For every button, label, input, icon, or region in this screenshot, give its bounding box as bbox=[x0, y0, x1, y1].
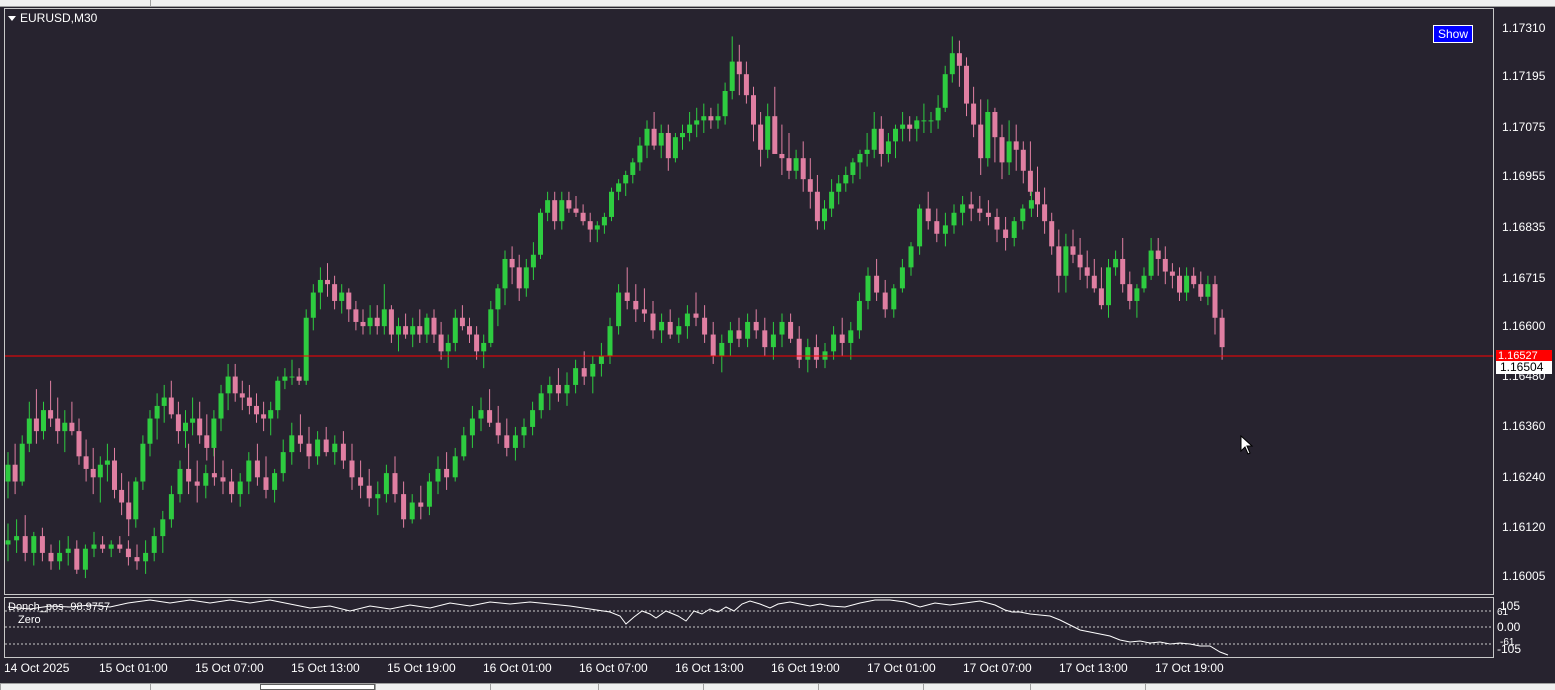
symbol-header[interactable]: EURUSD,M30 bbox=[8, 11, 97, 25]
indicator-label: Donch_pos -98.9757 bbox=[8, 601, 111, 613]
indicator-tick: 0.00 bbox=[1497, 620, 1521, 634]
time-tick: 17 Oct 01:00 bbox=[867, 661, 936, 675]
symbol-label: EURUSD,M30 bbox=[20, 11, 98, 25]
price-tick: 1.17195 bbox=[1502, 69, 1546, 83]
chart-tab[interactable] bbox=[923, 684, 1030, 690]
main-chart-frame bbox=[4, 8, 1494, 595]
time-tick: 15 Oct 19:00 bbox=[387, 661, 456, 675]
price-tick: 1.16005 bbox=[1502, 569, 1546, 583]
chevron-down-icon[interactable] bbox=[8, 15, 16, 21]
time-tick: 15 Oct 01:00 bbox=[99, 661, 168, 675]
chart-tab[interactable] bbox=[0, 684, 150, 690]
chart-tab[interactable] bbox=[1145, 684, 1555, 690]
price-tick: 1.17310 bbox=[1502, 21, 1546, 35]
zero-level-label: Zero bbox=[18, 614, 41, 626]
chart-tab[interactable] bbox=[818, 684, 923, 690]
time-tick: 14 Oct 2025 bbox=[4, 661, 70, 675]
indicator-subwindow-frame bbox=[4, 597, 1494, 658]
time-tick: 16 Oct 01:00 bbox=[483, 661, 552, 675]
chart-tab[interactable] bbox=[490, 684, 598, 690]
show-button[interactable]: Show bbox=[1433, 25, 1473, 43]
chart-tab[interactable] bbox=[598, 684, 703, 690]
indicator-tick: -105 bbox=[1497, 642, 1522, 656]
price-tick: 1.16715 bbox=[1502, 271, 1546, 285]
chart-tab[interactable] bbox=[150, 684, 260, 690]
price-tick: 1.16955 bbox=[1502, 169, 1546, 183]
price-tick: 1.16835 bbox=[1502, 220, 1546, 234]
price-tick: 1.16120 bbox=[1502, 520, 1546, 534]
chart-tab[interactable] bbox=[375, 684, 490, 690]
time-tick: 16 Oct 13:00 bbox=[675, 661, 744, 675]
time-tick: 16 Oct 07:00 bbox=[579, 661, 648, 675]
chart-tab[interactable] bbox=[1030, 684, 1145, 690]
price-tick: 1.16600 bbox=[1502, 319, 1546, 333]
price-tick: 1.16360 bbox=[1502, 419, 1546, 433]
chart-tab-active[interactable] bbox=[260, 684, 375, 690]
time-tick: 15 Oct 07:00 bbox=[195, 661, 264, 675]
time-tick: 15 Oct 13:00 bbox=[291, 661, 360, 675]
last-price-label: 1.16504 bbox=[1496, 361, 1552, 374]
chart-tab[interactable] bbox=[703, 684, 818, 690]
mouse-pointer-icon bbox=[1240, 435, 1254, 455]
indicator-tick: 61 bbox=[1497, 607, 1509, 618]
time-tick: 16 Oct 19:00 bbox=[771, 661, 840, 675]
price-tick: 1.16240 bbox=[1502, 470, 1546, 484]
time-tick: 17 Oct 13:00 bbox=[1059, 661, 1128, 675]
time-tick: 17 Oct 19:00 bbox=[1155, 661, 1224, 675]
time-tick: 17 Oct 07:00 bbox=[963, 661, 1032, 675]
price-tick: 1.17075 bbox=[1502, 120, 1546, 134]
